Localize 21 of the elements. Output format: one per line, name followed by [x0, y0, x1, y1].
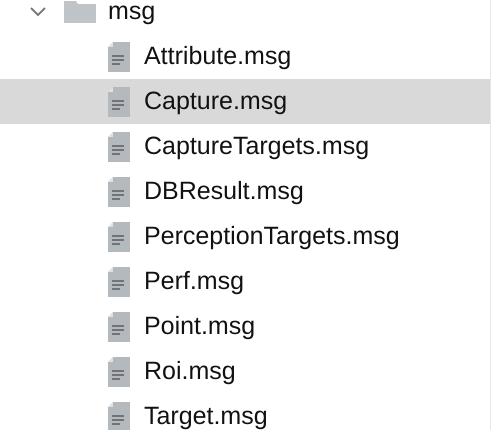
tree-item[interactable]: Capture.msg	[0, 79, 490, 124]
tree-item[interactable]: msg	[0, 0, 490, 34]
tree-item[interactable]: Perf.msg	[0, 259, 490, 304]
file-icon	[108, 222, 130, 252]
tree-item[interactable]: CaptureTargets.msg	[0, 124, 490, 169]
file-icon	[108, 176, 130, 206]
file-icon	[108, 356, 130, 386]
file-icon	[108, 402, 130, 430]
tree-item[interactable]: PerceptionTargets.msg	[0, 214, 490, 259]
tree-item[interactable]: DBResult.msg	[0, 169, 490, 214]
tree-item[interactable]: Point.msg	[0, 304, 490, 349]
file-icon	[108, 312, 130, 342]
tree-item[interactable]: Roi.msg	[0, 349, 490, 394]
file-icon	[108, 86, 130, 116]
tree-item[interactable]: Attribute.msg	[0, 34, 490, 79]
file-icon	[108, 132, 130, 162]
tree-item[interactable]: Target.msg	[0, 394, 490, 430]
folder-icon	[64, 0, 96, 22]
file-icon	[108, 266, 130, 296]
file-icon	[108, 42, 130, 72]
chevron-down-icon[interactable]	[30, 6, 46, 16]
